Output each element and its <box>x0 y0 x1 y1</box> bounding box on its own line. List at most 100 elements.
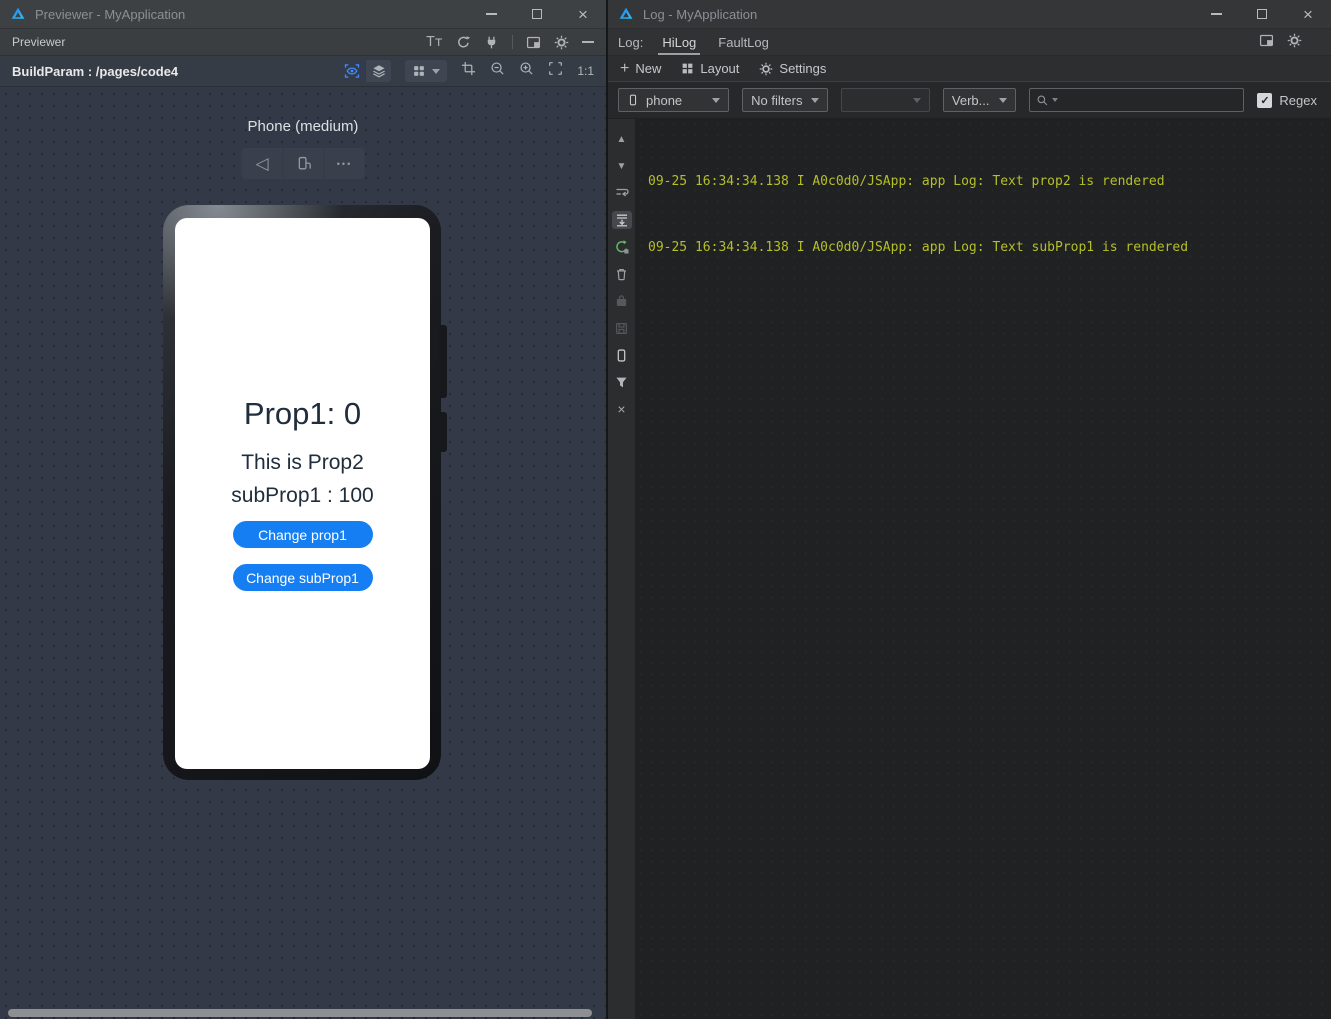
phone-volume-button <box>439 325 447 398</box>
layout-button[interactable]: Layout <box>681 61 739 76</box>
search-history-caret-icon[interactable] <box>1052 98 1058 102</box>
chevron-down-icon <box>432 69 440 74</box>
view-mode-group <box>339 60 391 82</box>
phone-screen: Prop1: 0 This is Prop2 subProp1 : 100 Ch… <box>175 218 430 769</box>
maximize-icon[interactable] <box>1239 0 1285 29</box>
close-icon[interactable]: × <box>1285 0 1331 29</box>
window-title: Previewer - MyApplication <box>35 7 185 22</box>
filter-select[interactable]: No filters <box>742 88 827 112</box>
scroll-up-icon[interactable]: ▲ <box>612 130 632 148</box>
previewer-titlebar: Previewer - MyApplication × <box>0 0 606 29</box>
filter-funnel-icon[interactable] <box>612 373 632 391</box>
soft-wrap-icon[interactable] <box>612 184 632 202</box>
search-icon <box>1036 94 1049 107</box>
refresh-icon[interactable] <box>456 35 471 50</box>
prop2-text: This is Prop2 <box>241 451 364 475</box>
fit-screen-icon[interactable] <box>548 61 563 81</box>
more-options-button[interactable]: ••• <box>324 148 365 179</box>
log-line[interactable]: 09-25 16:34:34.138 I A0c0d0/JSApp: app L… <box>648 237 1331 259</box>
inspect-eye-icon[interactable] <box>339 60 365 82</box>
zoom-in-icon[interactable] <box>519 61 534 81</box>
panel-layout-icon[interactable] <box>1259 33 1274 51</box>
plug-icon[interactable] <box>484 35 499 50</box>
log-search-input[interactable] <box>1061 93 1237 108</box>
log-search-box <box>1029 88 1244 112</box>
layout-grid-icon <box>681 62 694 75</box>
phone-power-button <box>439 412 447 452</box>
log-toolbar: + New Layout Settings <box>608 56 1331 82</box>
log-output: 09-25 16:34:34.138 I A0c0d0/JSApp: app L… <box>635 119 1331 1019</box>
save-log-icon[interactable] <box>612 319 632 337</box>
gear-icon[interactable] <box>1287 33 1302 51</box>
plus-icon: + <box>620 61 629 77</box>
chevron-down-icon <box>712 98 720 103</box>
device-select[interactable]: phone <box>618 88 729 112</box>
log-label: Log: <box>618 35 643 50</box>
prop1-text: Prop1: 0 <box>244 396 361 432</box>
gear-icon[interactable] <box>554 35 569 50</box>
change-subprop1-button[interactable]: Change subProp1 <box>233 564 373 591</box>
zoom-ratio-label[interactable]: 1:1 <box>577 64 594 78</box>
subprop1-text: subProp1 : 100 <box>231 484 373 508</box>
ellipsis-icon: ••• <box>337 159 352 169</box>
log-line[interactable]: 09-25 16:34:34.138 I A0c0d0/JSApp: app L… <box>648 171 1331 193</box>
chevron-down-icon <box>913 98 921 103</box>
chevron-down-icon <box>999 98 1007 103</box>
grid-view-dropdown[interactable] <box>405 60 447 82</box>
log-window: Log - MyApplication × Log: HiLog FaultLo… <box>606 0 1331 1019</box>
log-filter-row: phone No filters Verb... ✓ <box>608 82 1331 118</box>
regex-checkbox[interactable]: ✓ <box>1257 93 1272 108</box>
scroll-down-icon[interactable]: ▼ <box>612 157 632 175</box>
log-tabbar: Log: HiLog FaultLog <box>608 29 1331 56</box>
log-level-select[interactable]: Verb... <box>943 88 1017 112</box>
preview-canvas: Phone (medium) ◁ ••• Prop1: 0 This is Pr… <box>0 88 606 1019</box>
clear-log-trash-icon[interactable] <box>612 265 632 283</box>
grid-icon <box>412 64 426 78</box>
rotate-device-icon <box>295 155 312 172</box>
buildparam-label: BuildParam : /pages/code4 <box>12 64 178 79</box>
device-phone-icon[interactable] <box>612 346 632 364</box>
horizontal-scrollbar[interactable] <box>8 1009 592 1017</box>
regex-toggle[interactable]: ✓ Regex <box>1257 93 1319 108</box>
back-button[interactable]: ◁ <box>242 148 283 179</box>
desktop: Previewer - MyApplication × Previewer Tᴛ <box>0 0 1331 1019</box>
new-button[interactable]: + New <box>620 61 661 77</box>
hide-panel-icon[interactable] <box>582 41 594 43</box>
change-prop1-button[interactable]: Change prop1 <box>233 521 373 548</box>
log-titlebar: Log - MyApplication × <box>608 0 1331 29</box>
toolbar-divider <box>512 35 513 49</box>
chevron-down-icon <box>811 98 819 103</box>
tab-hilog[interactable]: HiLog <box>651 29 707 55</box>
window-controls: × <box>468 0 606 29</box>
scroll-to-end-icon[interactable] <box>612 211 632 229</box>
deveco-logo-icon <box>618 6 634 22</box>
process-select[interactable] <box>841 88 930 112</box>
minimize-icon[interactable] <box>1193 0 1239 29</box>
phone-icon <box>627 93 639 107</box>
device-controls: ◁ ••• <box>242 148 365 179</box>
zoom-out-icon[interactable] <box>490 61 505 81</box>
layers-icon[interactable] <box>365 60 391 82</box>
previewer-window: Previewer - MyApplication × Previewer Tᴛ <box>0 0 606 1019</box>
package-icon[interactable] <box>612 292 632 310</box>
phone-mockup: Prop1: 0 This is Prop2 subProp1 : 100 Ch… <box>163 205 441 780</box>
deveco-logo-icon <box>10 6 26 22</box>
rotate-device-button[interactable] <box>283 148 324 179</box>
minimize-icon[interactable] <box>468 0 514 29</box>
window-controls: × <box>1193 0 1331 29</box>
maximize-icon[interactable] <box>514 0 560 29</box>
crop-frame-icon[interactable] <box>461 61 476 81</box>
buildparam-bar: BuildParam : /pages/code4 <box>0 56 606 87</box>
previewer-toolbar: Previewer Tᴛ <box>0 29 606 56</box>
window-title: Log - MyApplication <box>643 7 757 22</box>
settings-button[interactable]: Settings <box>759 61 826 76</box>
tab-faultlog[interactable]: FaultLog <box>707 29 780 55</box>
previewer-panel-label: Previewer <box>12 35 65 49</box>
device-label: Phone (medium) <box>0 118 606 135</box>
close-icon[interactable]: × <box>560 0 606 29</box>
panel-layout-icon[interactable] <box>526 35 541 50</box>
gear-icon <box>759 62 773 76</box>
close-panel-icon[interactable]: × <box>612 400 632 418</box>
restart-icon[interactable] <box>612 238 632 256</box>
text-size-icon[interactable]: Tᴛ <box>426 35 443 50</box>
